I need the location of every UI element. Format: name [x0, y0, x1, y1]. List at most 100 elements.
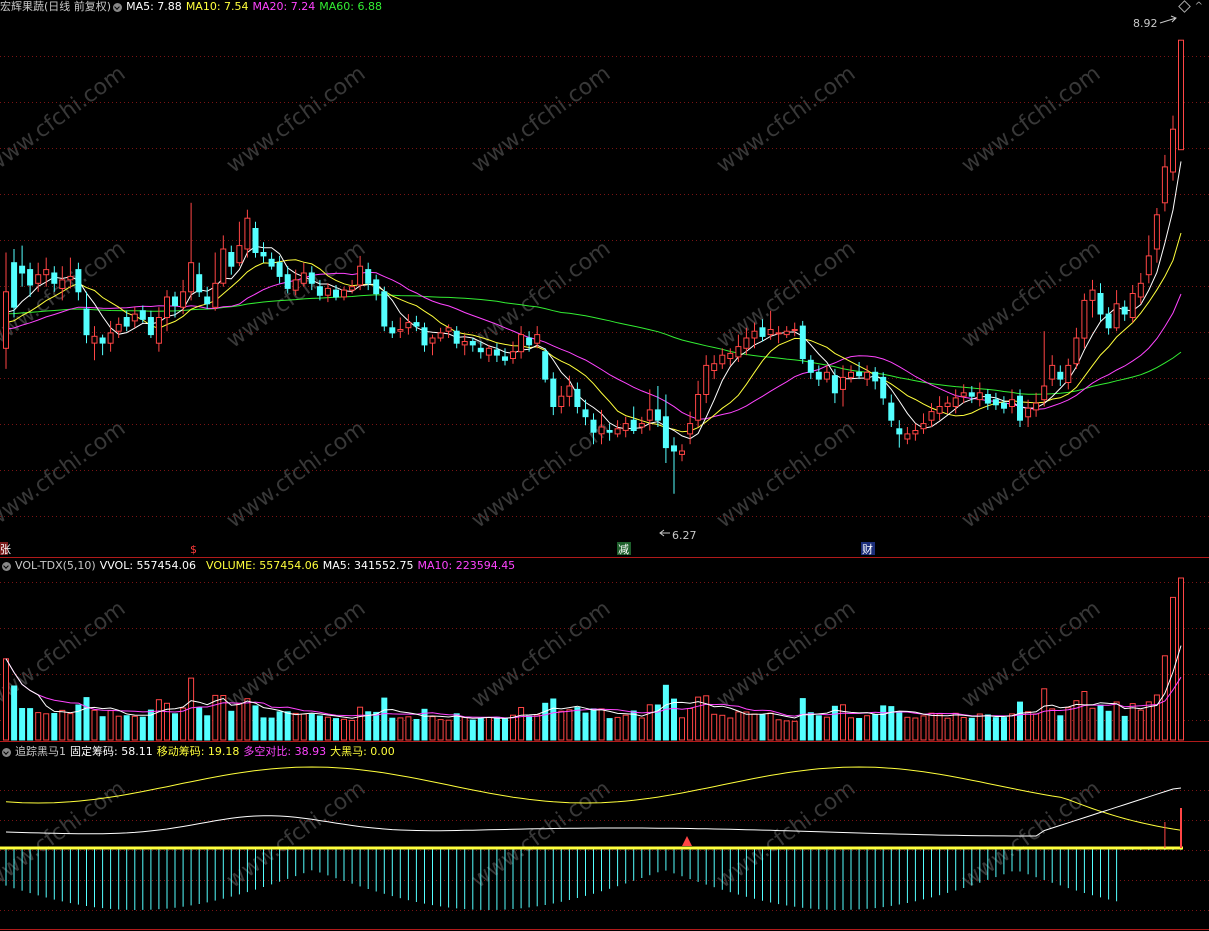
volume-bar [373, 711, 380, 741]
volume-bar [968, 717, 975, 741]
vol-indicator-name[interactable]: VOL-TDX(5,10) [15, 559, 96, 572]
volume-bar [823, 716, 830, 741]
volume-bar [848, 717, 854, 741]
volume-bar [341, 718, 347, 741]
candle-body [91, 335, 98, 344]
candle-body [1081, 299, 1088, 339]
main-header: 宏辉果蔬(日线 前复权) MA5: 7.88 MA10: 7.54 MA20: 7.2… [0, 0, 386, 14]
volume-bar [43, 713, 50, 741]
volume-bar [99, 716, 106, 741]
volume-bar [236, 703, 243, 741]
candle-body [864, 371, 871, 380]
candle-body [952, 397, 959, 407]
candle-body [872, 371, 879, 382]
volume-bar [381, 697, 388, 741]
candle-body [316, 286, 323, 296]
stock-name[interactable]: 宏辉果蔬(日线 前复权) [0, 0, 111, 13]
volume-header: VOL-TDX(5,10) VVOL: 557454.06 VOLUME: 5574… [0, 559, 519, 573]
candle-body [767, 329, 774, 336]
candle [542, 348, 549, 383]
volume-bar [614, 716, 621, 741]
candle-body [550, 378, 557, 408]
candle-body [172, 296, 178, 307]
volume-bar [1065, 707, 1072, 741]
circle-menu-icon[interactable] [2, 747, 11, 757]
circle-menu-icon[interactable] [2, 561, 11, 571]
event-marker: $ [190, 543, 197, 556]
candle-body [228, 252, 235, 267]
candle-body [477, 347, 484, 353]
volume-bar [1097, 704, 1104, 741]
volume-bar [51, 713, 58, 741]
candle-body [1161, 166, 1168, 204]
candle-body [27, 269, 34, 286]
candle-body [123, 317, 130, 327]
volume-bar [1009, 713, 1015, 741]
volume-bar [389, 717, 396, 741]
volume-bar [485, 716, 492, 741]
volume-bar [1089, 707, 1096, 741]
candle-body [1129, 293, 1136, 318]
candle-body [373, 279, 380, 295]
volume-bar [1113, 701, 1120, 741]
candle-body [204, 296, 211, 305]
ma5-value: MA5: 7.88 [126, 0, 182, 13]
volume-bar [67, 713, 74, 741]
volume-bar [606, 718, 613, 741]
candle-body [654, 409, 661, 421]
candle-body [333, 289, 339, 298]
volume-bar [11, 685, 18, 741]
volume-bar [405, 716, 412, 741]
candle-body [365, 269, 372, 284]
volume-bar [324, 716, 331, 741]
candle-body [614, 428, 621, 435]
expand-icon[interactable]: ^ [1195, 2, 1203, 12]
candle-body [51, 272, 58, 284]
candle-body [115, 323, 122, 332]
moving-chips-value: 移动筹码: 19.18 [156, 745, 240, 758]
candle-body [1089, 289, 1096, 301]
candle-body [1009, 399, 1015, 408]
candle-body [719, 354, 726, 365]
candle-body [35, 274, 42, 284]
volume-bar [1137, 709, 1144, 741]
volume-bar [638, 717, 645, 741]
volume-bar [630, 710, 637, 741]
volume-bar [27, 708, 34, 741]
volume-bar [896, 712, 903, 741]
candle-body [735, 346, 742, 358]
volume-bar [115, 715, 122, 741]
candle-body [896, 428, 903, 435]
volume-bar [19, 708, 26, 741]
volume-bar [775, 719, 782, 741]
volume-bar [35, 712, 42, 741]
candle-body [349, 286, 356, 291]
volume-bar [960, 717, 967, 741]
volume-bar [510, 714, 516, 741]
candle-body [799, 325, 806, 360]
candle-body [308, 272, 315, 284]
volume-bar [671, 698, 677, 741]
ma10-value: MA10: 7.54 [185, 0, 249, 13]
vol-ma10-value: MA10: 223594.45 [417, 559, 516, 572]
candle-body [783, 330, 790, 336]
circle-menu-icon[interactable] [113, 2, 123, 12]
candle-body [759, 327, 766, 337]
volume-bar [751, 713, 758, 741]
candle-body [1057, 371, 1064, 380]
candle-body [67, 275, 74, 281]
candle-body [775, 332, 782, 335]
indicator-name[interactable]: 追踪黑马1 [15, 745, 66, 758]
volume-bar [582, 712, 589, 741]
volume-bar [284, 711, 291, 741]
volume-bar [429, 716, 436, 741]
volume-bar [1049, 708, 1056, 741]
volume-bar [1025, 711, 1032, 741]
volume-bar [445, 719, 452, 741]
volume-bar [1081, 691, 1088, 741]
volume-bar [268, 717, 275, 741]
volume-bar [727, 717, 734, 741]
candle-body [534, 334, 541, 344]
volume-bar [976, 713, 983, 741]
candle-body [751, 330, 758, 339]
